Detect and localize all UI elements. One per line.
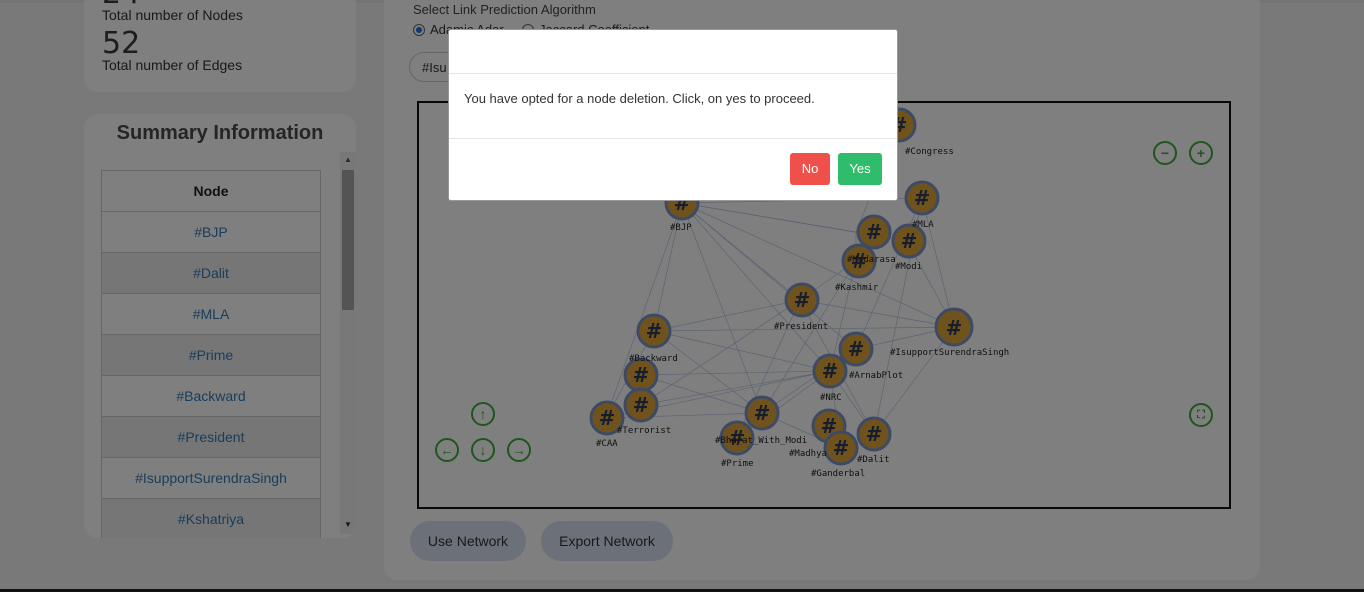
confirm-dialog: You have opted for a node deletion. Clic… xyxy=(448,29,898,201)
dialog-header xyxy=(449,30,897,74)
dialog-message: You have opted for a node deletion. Clic… xyxy=(464,91,815,106)
yes-button[interactable]: Yes xyxy=(838,153,882,185)
no-button[interactable]: No xyxy=(790,153,830,185)
dialog-footer: No Yes xyxy=(449,138,897,201)
